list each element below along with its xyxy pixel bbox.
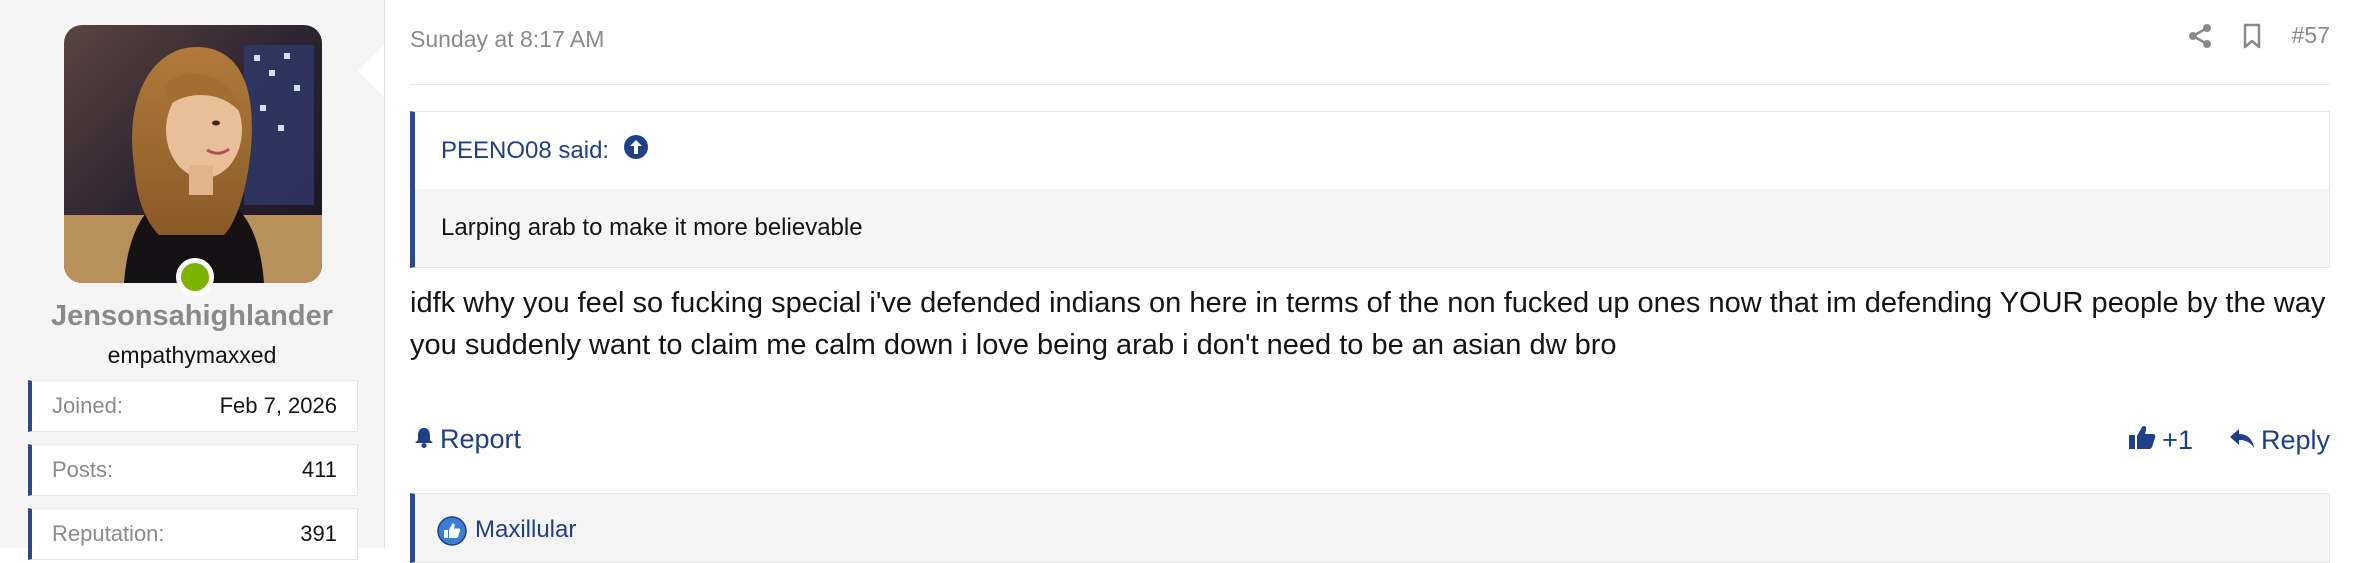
avatar-image bbox=[64, 25, 322, 283]
post-date[interactable]: Sunday at 8:17 AM bbox=[410, 26, 604, 53]
avatar[interactable] bbox=[64, 25, 322, 283]
stat-posts: Posts: 411 bbox=[28, 444, 358, 496]
report-link[interactable]: Report bbox=[414, 424, 521, 455]
like-button[interactable]: +1 bbox=[2128, 424, 2193, 457]
post-message: idfk why you feel so fucking special i'v… bbox=[410, 287, 2326, 361]
bell-icon bbox=[414, 424, 434, 455]
username[interactable]: Jensonsahighlander bbox=[0, 300, 384, 333]
stat-joined: Joined: Feb 7, 2026 bbox=[28, 380, 358, 432]
reply-label: Reply bbox=[2260, 425, 2330, 455]
post-arrow-notch bbox=[358, 45, 384, 97]
quote-author[interactable]: PEENO08 said: bbox=[441, 137, 609, 165]
thumbs-up-icon bbox=[2128, 424, 2156, 457]
report-label: Report bbox=[440, 424, 522, 454]
stat-value: 391 bbox=[300, 521, 337, 546]
post-actions-right: +1 Reply bbox=[2128, 424, 2330, 457]
share-icon[interactable] bbox=[2188, 23, 2212, 49]
stat-value: Feb 7, 2026 bbox=[219, 393, 337, 418]
reply-button[interactable]: Reply bbox=[2229, 425, 2330, 456]
stat-label: Posts: bbox=[52, 457, 114, 482]
post-header-actions: #57 bbox=[2188, 22, 2330, 49]
online-status-indicator bbox=[176, 258, 214, 296]
header-divider bbox=[410, 84, 2330, 85]
reaction-users[interactable]: Maxillular bbox=[475, 516, 576, 544]
user-info-column: Jensonsahighlander empathymaxxed Joined:… bbox=[0, 0, 385, 560]
like-count: +1 bbox=[2162, 425, 2193, 455]
arrow-up-circle-icon[interactable] bbox=[623, 134, 649, 167]
reactions-bar: Maxillular bbox=[410, 493, 2330, 563]
reply-icon bbox=[2229, 425, 2255, 456]
stat-reputation: Reputation: 391 bbox=[28, 508, 358, 560]
like-reaction-icon bbox=[437, 516, 467, 553]
stat-label: Joined: bbox=[52, 393, 123, 418]
stat-value: 411 bbox=[301, 457, 337, 482]
quote-block: PEENO08 said: Larping arab to make it mo… bbox=[410, 111, 2330, 268]
post-number[interactable]: #57 bbox=[2292, 22, 2330, 49]
bookmark-icon[interactable] bbox=[2242, 23, 2262, 49]
user-title: empathymaxxed bbox=[107, 342, 277, 368]
quote-header: PEENO08 said: bbox=[415, 112, 2329, 189]
quote-text: Larping arab to make it more believable bbox=[415, 189, 2329, 267]
stat-label: Reputation: bbox=[52, 521, 165, 546]
